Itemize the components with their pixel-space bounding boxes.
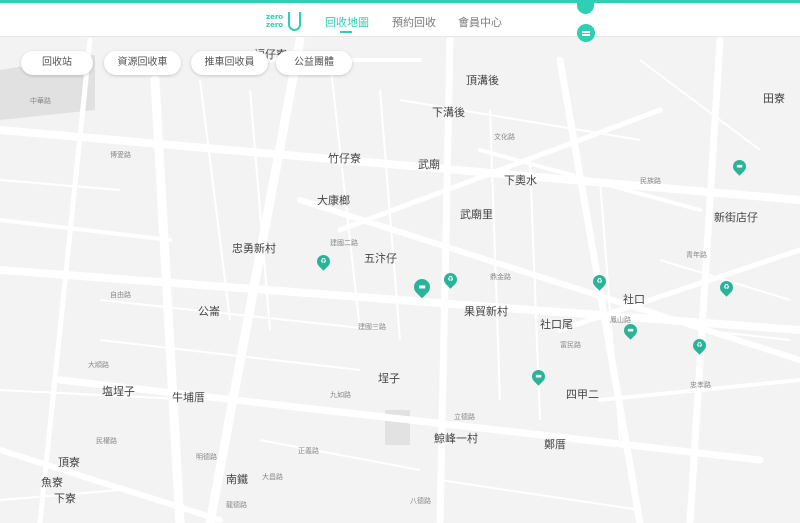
road-label: 文化路	[494, 133, 515, 141]
place-label: 埕子	[378, 372, 400, 385]
logo-text: zero	[266, 21, 284, 29]
place-label: 社口尾	[540, 318, 573, 331]
road-label: 建國二路	[330, 239, 358, 247]
road-label: 民族路	[640, 177, 661, 185]
place-label: 五汴仔	[364, 252, 397, 265]
road-label: 中華路	[30, 97, 51, 105]
road-label: 八德路	[410, 497, 431, 505]
road-label: 龍德路	[226, 501, 247, 509]
road-label: 忠孝路	[690, 381, 711, 389]
place-label: 頂溝後	[466, 74, 499, 87]
road-label: 立德路	[454, 413, 475, 421]
place-label: 下溝後	[432, 106, 465, 119]
logo-text: zero	[266, 13, 284, 21]
place-label: 社口	[623, 293, 645, 306]
place-label: 魚寮	[41, 476, 63, 489]
filter-charity-group[interactable]: 公益團體	[276, 51, 352, 75]
road-label: 大昌路	[262, 473, 283, 481]
place-label: 牛埔厝	[172, 391, 205, 404]
place-label: 下奧水	[504, 174, 537, 187]
accent-bar	[0, 0, 800, 3]
road-label: 大順路	[88, 361, 109, 369]
logo-mark-icon	[288, 12, 301, 31]
place-label: 鯨峰一村	[434, 432, 478, 445]
place-label: 武廟	[418, 158, 440, 171]
filter-recycling-truck[interactable]: 資源回收車	[104, 51, 181, 75]
road-label: 明德路	[196, 453, 217, 461]
top-nav: zero zero 回收地圖 預約回收 會員中心	[0, 3, 800, 37]
filter-cart-collector[interactable]: 推車回收員	[191, 51, 268, 75]
road-label: 民權路	[96, 437, 117, 445]
filter-recycling-station[interactable]: 回收站	[21, 51, 93, 75]
road-label: 富民路	[560, 341, 581, 349]
nav-book-pickup[interactable]: 預約回收	[392, 14, 436, 30]
place-label: 忠勇新村	[232, 242, 276, 255]
nav-member-center[interactable]: 會員中心	[458, 14, 502, 30]
place-label: 竹仔寮	[328, 152, 361, 165]
road-label: 正義路	[298, 447, 319, 455]
road-label: 鼎金路	[490, 273, 511, 281]
map-canvas[interactable]	[0, 0, 800, 523]
place-label: 南鐵	[226, 473, 248, 486]
place-label: 新街店仔	[714, 211, 758, 224]
zero-zero-logo[interactable]: zero zero	[266, 11, 302, 33]
road-label: 青年路	[686, 251, 707, 259]
road-label: 博愛路	[110, 151, 131, 159]
road-label: 自由路	[110, 291, 131, 299]
menu-icon[interactable]	[577, 24, 595, 42]
place-label: 塩埕子	[102, 385, 135, 398]
place-label: 四甲二	[566, 388, 599, 401]
place-label: 武廟里	[460, 208, 493, 221]
road-label: 建國三路	[358, 323, 386, 331]
nav-recycling-map[interactable]: 回收地圖	[325, 14, 369, 30]
place-label: 頂寮	[58, 456, 80, 469]
place-label: 公崙	[198, 305, 220, 318]
active-tab-indicator	[340, 31, 352, 33]
place-label: 果貿新村	[464, 305, 508, 318]
place-label: 田寮	[763, 92, 785, 105]
place-label: 鄭厝	[544, 438, 566, 451]
place-label: 下寮	[54, 492, 76, 505]
place-label: 大康榔	[317, 194, 350, 207]
road-label: 九如路	[330, 391, 351, 399]
